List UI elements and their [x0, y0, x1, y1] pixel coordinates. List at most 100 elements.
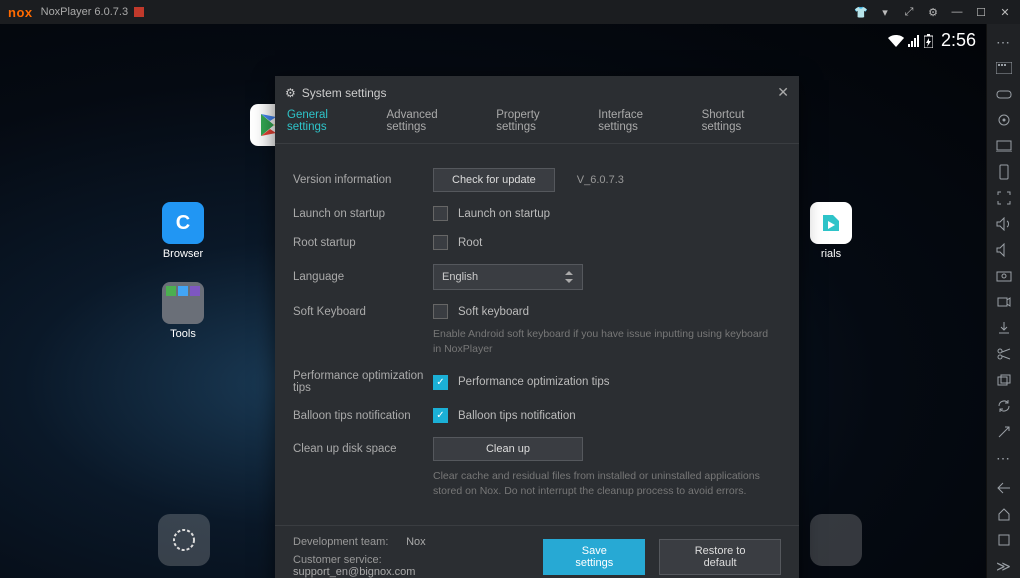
row-balloon: Balloon tips notification ✓ Balloon tips… [293, 408, 781, 423]
perf-checkbox[interactable]: ✓ [433, 375, 448, 390]
cleanup-hint: Clear cache and residual files from inst… [433, 469, 773, 498]
nox-logo: nox [8, 5, 33, 20]
tab-shortcut[interactable]: Shortcut settings [702, 109, 787, 135]
back-icon[interactable] [992, 476, 1016, 500]
fullscreen-icon[interactable] [992, 186, 1016, 210]
signal-icon [908, 35, 920, 47]
rotate-icon[interactable] [992, 394, 1016, 418]
tutorials-shortcut[interactable]: rials [810, 202, 852, 260]
dev-team-label: Development team: [293, 536, 403, 548]
browser-label: Browser [163, 248, 203, 260]
customer-service-label: Customer service: [293, 554, 403, 566]
tools-folder-icon [162, 282, 204, 324]
collapse-icon[interactable]: ≫ [992, 554, 1016, 578]
window-titlebar: nox NoxPlayer 6.0.7.3 👕 ▾ ⤢ ⚙ — ☐ ✕ [0, 0, 1020, 24]
version-label: Version information [293, 174, 433, 186]
titlebar-actions: 👕 ▾ ⤢ ⚙ — ☐ ✕ [854, 6, 1012, 19]
multi-instance-icon[interactable]: ▾ [878, 6, 892, 19]
scissors-icon[interactable] [992, 342, 1016, 366]
more-bottom-icon[interactable]: ⋯ [992, 446, 1016, 470]
dock-item-2[interactable] [810, 514, 862, 566]
tab-advanced[interactable]: Advanced settings [387, 109, 481, 135]
tools-label: Tools [170, 328, 196, 340]
chevron-updown-icon [564, 271, 574, 283]
row-cleanup: Clean up disk space Clean up [293, 437, 781, 461]
gear-icon: ⚙ [285, 86, 296, 100]
multi-window-icon[interactable] [992, 368, 1016, 392]
balloon-label: Balloon tips notification [293, 410, 433, 422]
save-settings-button[interactable]: Save settings [543, 539, 645, 575]
row-root: Root startup Root [293, 235, 781, 250]
row-language: Language English [293, 264, 781, 290]
tab-general[interactable]: General settings [287, 109, 371, 135]
softkb-hint: Enable Android soft keyboard if you have… [433, 327, 773, 356]
gamepad-icon[interactable] [992, 82, 1016, 106]
settings-tabs: General settings Advanced settings Prope… [275, 109, 799, 144]
window-title: NoxPlayer 6.0.7.3 [41, 6, 128, 18]
minimize-icon[interactable]: — [950, 6, 964, 18]
customer-service-value: support_en@bignox.com [293, 566, 415, 578]
check-update-button[interactable]: Check for update [433, 168, 555, 192]
my-computer-icon[interactable] [992, 134, 1016, 158]
record-icon[interactable] [992, 290, 1016, 314]
home-icon[interactable] [992, 502, 1016, 526]
more-icon[interactable]: ⋯ [992, 30, 1016, 54]
softkb-label: Soft Keyboard [293, 306, 433, 318]
perf-cb-label: Performance optimization tips [458, 376, 609, 388]
launch-label: Launch on startup [293, 208, 433, 220]
close-icon[interactable]: ✕ [998, 6, 1012, 19]
language-value: English [442, 271, 478, 283]
root-checkbox[interactable] [433, 235, 448, 250]
root-label: Root startup [293, 237, 433, 249]
balloon-cb-label: Balloon tips notification [458, 410, 576, 422]
side-toolbar: ⋯ ⋯ ≫ [986, 24, 1020, 578]
volume-up-icon[interactable] [992, 212, 1016, 236]
volume-down-icon[interactable] [992, 238, 1016, 262]
balloon-checkbox[interactable]: ✓ [433, 408, 448, 423]
battery-icon [924, 34, 933, 48]
softkb-checkbox[interactable] [433, 304, 448, 319]
dialog-body: Version information Check for update V_6… [275, 144, 799, 525]
dock-icon-2 [810, 514, 862, 566]
launch-cb-label: Launch on startup [458, 208, 550, 220]
tab-interface[interactable]: Interface settings [598, 109, 685, 135]
system-settings-dialog: ⚙ System settings ✕ General settings Adv… [275, 76, 799, 578]
browser-icon: C [162, 202, 204, 244]
theme-icon[interactable]: 👕 [854, 6, 868, 19]
browser-shortcut[interactable]: C Browser [162, 202, 204, 260]
emulator-screen: 2:56 C Browser Tools rials [0, 24, 986, 578]
screenshot-icon[interactable] [992, 264, 1016, 288]
dialog-title: System settings [302, 86, 387, 100]
dev-team-value: Nox [406, 536, 426, 548]
video-icon [810, 202, 852, 244]
language-select[interactable]: English [433, 264, 583, 290]
tutorials-label: rials [821, 248, 841, 260]
footer-meta: Development team: Nox Customer service: … [293, 536, 523, 578]
row-perf: Performance optimization tips ✓ Performa… [293, 370, 781, 394]
dialog-footer: Development team: Nox Customer service: … [275, 525, 799, 578]
keyboard-icon[interactable] [992, 56, 1016, 80]
restore-default-button[interactable]: Restore to default [659, 539, 781, 575]
gear-icon[interactable]: ⚙ [926, 6, 940, 19]
launch-checkbox[interactable] [433, 206, 448, 221]
recents-icon[interactable] [992, 528, 1016, 552]
dock-item-1[interactable] [158, 514, 210, 566]
dialog-close-icon[interactable]: ✕ [777, 84, 789, 101]
cleanup-button[interactable]: Clean up [433, 437, 583, 461]
shake-icon[interactable] [992, 160, 1016, 184]
language-label: Language [293, 271, 433, 283]
clock: 2:56 [941, 30, 976, 51]
dialog-header: ⚙ System settings ✕ [275, 76, 799, 109]
maximize-icon[interactable]: ☐ [974, 6, 988, 19]
row-softkb: Soft Keyboard Soft keyboard [293, 304, 781, 319]
location-icon[interactable] [992, 108, 1016, 132]
tab-property[interactable]: Property settings [496, 109, 582, 135]
wifi-icon [888, 35, 904, 47]
install-apk-icon[interactable] [992, 316, 1016, 340]
expand-icon[interactable] [992, 420, 1016, 444]
perf-label: Performance optimization tips [293, 370, 433, 394]
softkb-cb-label: Soft keyboard [458, 306, 529, 318]
share-icon[interactable]: ⤢ [902, 6, 916, 19]
android-statusbar: 2:56 [888, 30, 976, 51]
tools-folder[interactable]: Tools [162, 282, 204, 340]
